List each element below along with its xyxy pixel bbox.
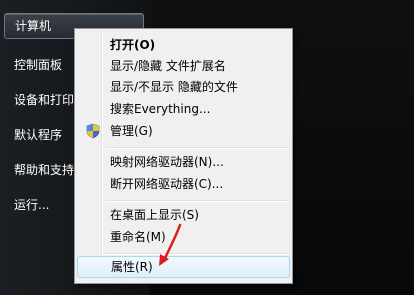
menu-item-toggle-extensions[interactable]: 显示/隐藏 文件扩展名 xyxy=(77,55,290,77)
red-arrow-annotation xyxy=(159,223,182,266)
menu-item-manage-label: 管理(G) xyxy=(110,124,153,138)
menu-item-toggle-hidden-files[interactable]: 显示/不显示 隐藏的文件 xyxy=(77,76,290,98)
menu-item-disconnect-network-drive[interactable]: 断开网络驱动器(C)... xyxy=(77,173,290,195)
menu-item-manage[interactable]: 管理(G) xyxy=(77,120,290,142)
menu-item-search-everything[interactable]: 搜索Everything... xyxy=(77,98,290,120)
menu-separator xyxy=(105,200,290,202)
menu-separator xyxy=(105,253,290,255)
menu-separator xyxy=(105,147,290,149)
menu-item-map-network-drive[interactable]: 映射网络驱动器(N)... xyxy=(77,151,290,173)
uac-shield-icon xyxy=(86,123,100,139)
menu-item-open[interactable]: 打开(O) xyxy=(77,34,290,56)
